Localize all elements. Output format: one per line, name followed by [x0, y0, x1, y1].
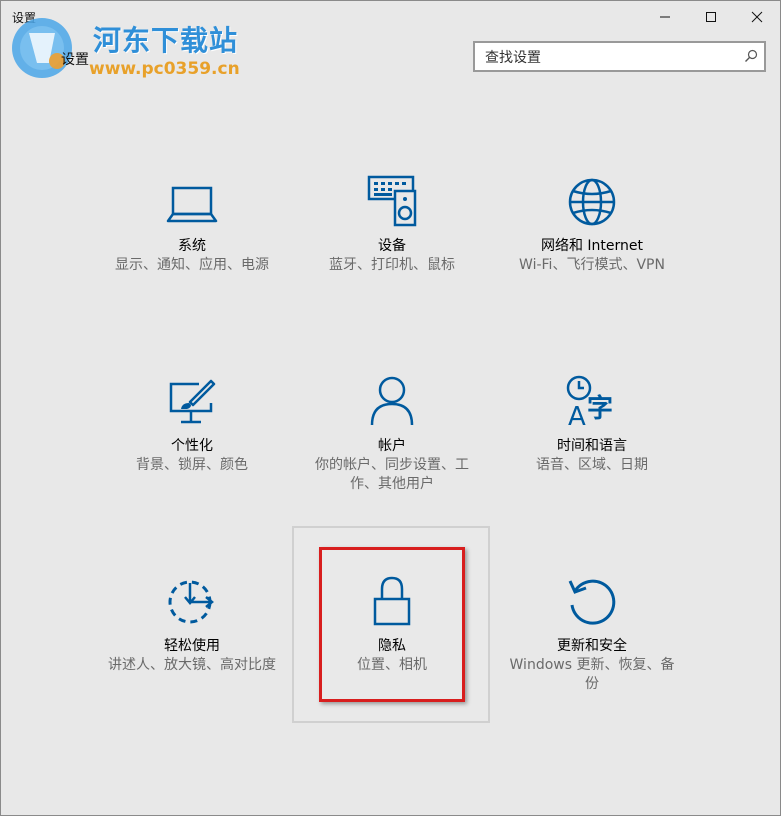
tile-ease-of-access[interactable]: 轻松使用 讲述人、放大镜、高对比度	[92, 569, 292, 737]
maximize-button[interactable]	[688, 1, 734, 33]
tile-description: Windows 更新、恢复、备份	[509, 657, 675, 692]
tile-accounts[interactable]: 帐户 你的帐户、同步设置、工作、其他用户	[292, 369, 492, 537]
tile-title: 个性化	[171, 438, 213, 454]
tile-title: 时间和语言	[557, 438, 627, 454]
tile-devices[interactable]: 设备 蓝牙、打印机、鼠标	[292, 169, 492, 337]
search-icon[interactable]	[744, 49, 758, 63]
minimize-icon	[660, 16, 670, 18]
settings-window: 设置 河东下载站 www.pc0359.cn 设置 查找设置 系统 显示、通知、…	[0, 0, 781, 816]
tile-system[interactable]: 系统 显示、通知、应用、电源	[92, 169, 292, 337]
tile-description: 讲述人、放大镜、高对比度	[108, 657, 276, 673]
person-icon	[370, 376, 414, 426]
svg-text:A: A	[568, 402, 586, 427]
tile-description: 语音、区域、日期	[536, 457, 648, 473]
tile-update-security[interactable]: 更新和安全 Windows 更新、恢复、备份	[492, 569, 692, 737]
watermark-url: www.pc0359.cn	[89, 59, 240, 79]
search-box[interactable]	[473, 41, 766, 72]
keyboard-speaker-icon	[367, 175, 417, 227]
tile-title: 帐户	[378, 438, 406, 454]
watermark-logo-icon	[12, 18, 72, 78]
watermark-name: 河东下载站	[93, 24, 239, 57]
clock-language-icon: A 字	[566, 375, 613, 427]
search-input[interactable]	[483, 43, 737, 72]
paint-monitor-icon	[169, 379, 216, 424]
tile-title: 更新和安全	[557, 638, 627, 654]
page-title: 设置	[61, 52, 89, 68]
annotation-highlight-box	[319, 547, 465, 702]
tile-title: 网络和 Internet	[540, 238, 644, 254]
globe-icon	[568, 178, 616, 226]
tile-description: 蓝牙、打印机、鼠标	[329, 257, 455, 273]
refresh-icon	[568, 579, 616, 625]
tile-description: 你的帐户、同步设置、工作、其他用户	[315, 457, 469, 492]
svg-text:字: 字	[587, 393, 613, 424]
tile-title: 设备	[378, 238, 406, 254]
tile-description: 显示、通知、应用、电源	[115, 257, 269, 273]
tile-title: 系统	[178, 238, 206, 254]
laptop-icon	[166, 186, 218, 223]
close-button[interactable]	[734, 1, 780, 33]
minimize-button[interactable]	[642, 1, 688, 33]
tile-time-language[interactable]: A 字 时间和语言 语音、区域、日期	[492, 369, 692, 537]
tile-title: 轻松使用	[164, 638, 220, 654]
window-controls	[642, 1, 780, 33]
ease-of-access-icon	[168, 580, 214, 624]
tile-description: 背景、锁屏、颜色	[136, 457, 248, 473]
close-icon	[751, 11, 763, 23]
tile-network[interactable]: 网络和 Internet Wi-Fi、飞行模式、VPN	[492, 169, 692, 337]
tile-description: Wi-Fi、飞行模式、VPN	[519, 257, 665, 273]
tile-personalization[interactable]: 个性化 背景、锁屏、颜色	[92, 369, 292, 537]
maximize-icon	[706, 12, 716, 22]
watermark: 河东下载站 www.pc0359.cn	[9, 15, 259, 85]
